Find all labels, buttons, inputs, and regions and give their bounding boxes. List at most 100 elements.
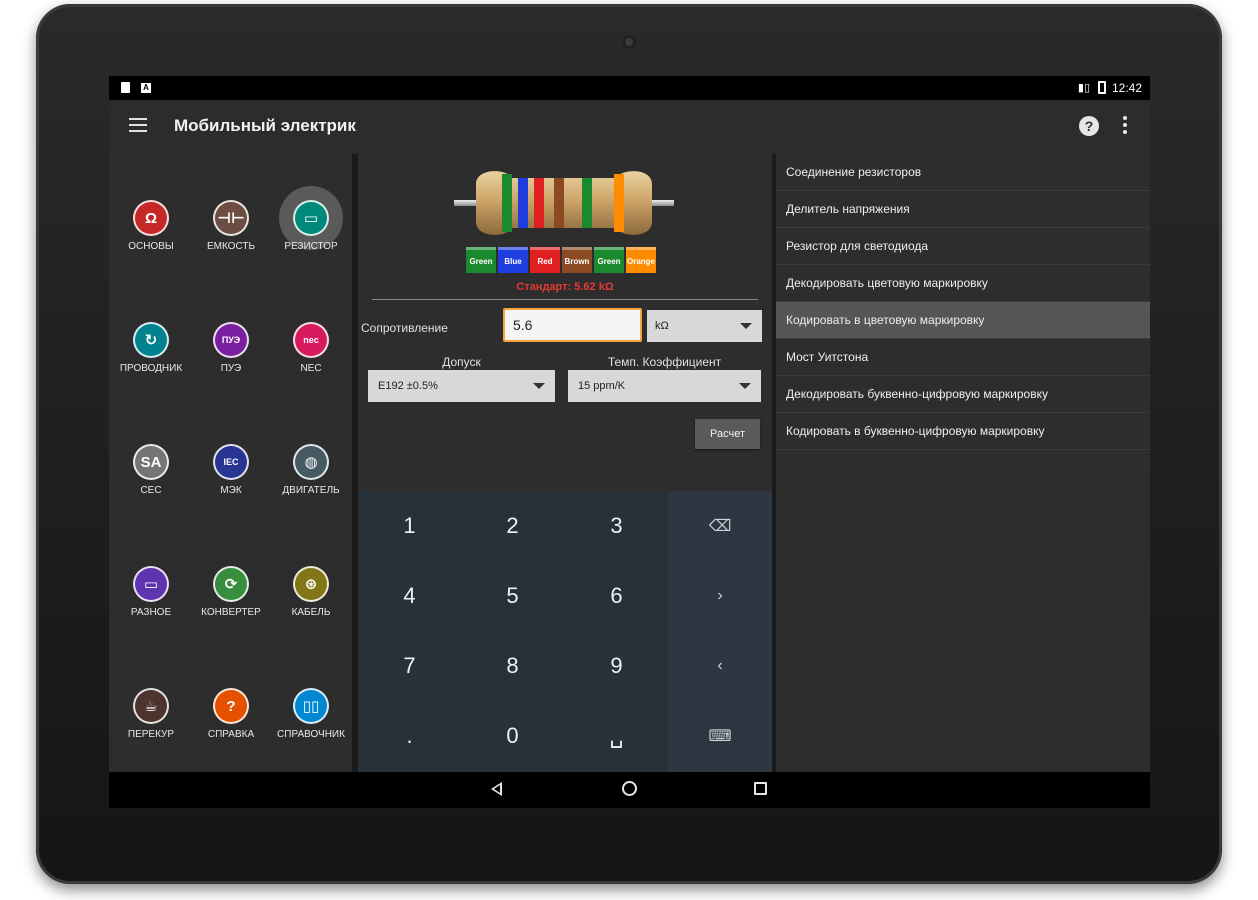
- category-label: NEC: [300, 363, 322, 374]
- overflow-menu-icon[interactable]: [1122, 116, 1128, 136]
- cec-icon: SA: [133, 444, 169, 480]
- key-six[interactable]: 6: [565, 561, 668, 631]
- band-label: Blue: [498, 247, 528, 273]
- band-labels: Green Blue Red Brown Green Orange: [466, 247, 656, 273]
- resistance-label: Сопротивление: [361, 321, 448, 335]
- keyboard-icon[interactable]: ⌨: [668, 701, 772, 771]
- unit-value: kΩ: [655, 320, 669, 332]
- previous-icon[interactable]: ‹: [668, 631, 772, 701]
- category-folder[interactable]: ▭ РАЗНОЕ: [113, 566, 189, 646]
- key-three[interactable]: 3: [565, 491, 668, 561]
- resistor-band: [554, 178, 564, 228]
- separator: [372, 299, 758, 300]
- tolerance-value: E192 ±0.5%: [378, 380, 438, 392]
- category-motor[interactable]: ◍ ДВИГАТЕЛЬ: [273, 444, 349, 524]
- sd-card-icon: [121, 82, 130, 93]
- resistor-band: [502, 174, 512, 232]
- calculator-menu-item[interactable]: Кодировать в цветовую маркировку: [776, 302, 1150, 339]
- category-cable[interactable]: ⊛ КАБЕЛЬ: [273, 566, 349, 646]
- calculator-menu-item[interactable]: Резистор для светодиода: [776, 228, 1150, 265]
- category-label: СПРАВКА: [207, 729, 255, 740]
- calculator-menu-item[interactable]: Декодировать цветовую маркировку: [776, 265, 1150, 302]
- category-label: ДВИГАТЕЛЬ: [282, 485, 340, 496]
- category-omega[interactable]: Ω ОСНОВЫ: [113, 200, 189, 280]
- cable-icon: ⊛: [293, 566, 329, 602]
- category-label: ОСНОВЫ: [128, 241, 174, 252]
- category-pue[interactable]: ПУЭ ПУЭ: [193, 322, 269, 402]
- tempco-value: 15 ppm/K: [578, 380, 626, 392]
- tolerance-select[interactable]: E192 ±0.5%: [368, 370, 555, 402]
- resistor-band: [614, 174, 624, 232]
- key-zero[interactable]: 0: [461, 701, 564, 771]
- key-eight[interactable]: 8: [461, 631, 564, 701]
- numeric-keypad: 1 2 3 4 5 6 7 8 9. 0 ␣ ⌫ › ‹ ⌨: [358, 491, 772, 772]
- calculator-menu-item[interactable]: Соединение резисторов: [776, 154, 1150, 191]
- key-five[interactable]: 5: [461, 561, 564, 631]
- back-icon[interactable]: [491, 782, 502, 796]
- calculator-menu-item[interactable]: Кодировать в буквенно-цифровую маркировк…: [776, 413, 1150, 450]
- calculate-button[interactable]: Расчет: [695, 419, 760, 449]
- content-area: Ω ОСНОВЫ ⊣⊢ ЕМКОСТЬ ▭ РЕЗИСТОР ↻ ПРОВОДНИК ПУЭ ПУ…: [109, 154, 1150, 772]
- calculator-menu-item[interactable]: Делитель напряжения: [776, 191, 1150, 228]
- category-help-circle[interactable]: ? СПРАВКА: [193, 688, 269, 768]
- category-book[interactable]: ▯▯ СПРАВОЧНИК: [273, 688, 349, 768]
- resistor-calculator: Green Blue Red Brown Green Orange Стандарт: 5…: [358, 154, 772, 772]
- category-label: РЕЗИСТОР: [284, 241, 338, 252]
- band-label: Green: [594, 247, 624, 273]
- home-icon[interactable]: [622, 781, 637, 796]
- category-label: КОНВЕРТЕР: [201, 607, 261, 618]
- battery-icon: [1098, 81, 1106, 94]
- resistor-band: [518, 178, 528, 228]
- capacitor-icon: ⊣⊢: [213, 200, 249, 236]
- status-time: 12:42: [1111, 81, 1142, 95]
- folder-icon: ▭: [133, 566, 169, 602]
- unit-select[interactable]: kΩ: [647, 310, 762, 342]
- category-label: ПРОВОДНИК: [119, 363, 183, 374]
- resistor-image: [454, 171, 674, 235]
- key-two[interactable]: 2: [461, 491, 564, 561]
- key-decimal[interactable]: .: [358, 701, 461, 771]
- category-wire[interactable]: ↻ ПРОВОДНИК: [113, 322, 189, 402]
- category-nec[interactable]: nec NEC: [273, 322, 349, 402]
- wire-icon: ↻: [133, 322, 169, 358]
- key-nine[interactable]: 9: [565, 631, 668, 701]
- front-camera: [622, 35, 636, 49]
- key-seven[interactable]: 7: [358, 631, 461, 701]
- backspace-icon[interactable]: ⌫: [668, 491, 772, 561]
- next-icon[interactable]: ›: [668, 561, 772, 631]
- status-bar: A ▮▯ 12:42: [109, 76, 1150, 100]
- recent-apps-icon[interactable]: [754, 782, 767, 795]
- omega-icon: Ω: [133, 200, 169, 236]
- tablet-frame: A ▮▯ 12:42 Мобильный электрик ? Ω ОСНОВЫ ⊣…: [36, 4, 1222, 884]
- category-converter[interactable]: ⟳ КОНВЕРТЕР: [193, 566, 269, 646]
- key-one[interactable]: 1: [358, 491, 461, 561]
- calculator-menu-item[interactable]: Декодировать буквенно-цифровую маркировк…: [776, 376, 1150, 413]
- nec-icon: nec: [293, 322, 329, 358]
- category-label: МЭК: [220, 485, 242, 496]
- category-resistor[interactable]: ▭ РЕЗИСТОР: [273, 186, 349, 280]
- band-label: Green: [466, 247, 496, 273]
- tempco-select[interactable]: 15 ppm/K: [568, 370, 761, 402]
- category-label: РАЗНОЕ: [130, 607, 172, 618]
- help-icon[interactable]: ?: [1079, 116, 1099, 136]
- hamburger-menu-icon[interactable]: [129, 118, 147, 132]
- app-toolbar: Мобильный электрик ?: [109, 100, 1150, 154]
- key-four[interactable]: 4: [358, 561, 461, 631]
- resistance-input[interactable]: 5.6: [503, 308, 642, 342]
- category-label: ЕМКОСТЬ: [206, 241, 256, 252]
- help-circle-icon: ?: [213, 688, 249, 724]
- navigation-bar: [109, 772, 1150, 808]
- category-iec[interactable]: IEC МЭК: [193, 444, 269, 524]
- category-coffee[interactable]: ☕ ПЕРЕКУР: [113, 688, 189, 768]
- screen: A ▮▯ 12:42 Мобильный электрик ? Ω ОСНОВЫ ⊣…: [109, 76, 1150, 808]
- notification-a-icon: A: [141, 83, 151, 93]
- category-label: СПРАВОЧНИК: [277, 729, 345, 740]
- converter-icon: ⟳: [213, 566, 249, 602]
- category-cec[interactable]: SA CEC: [113, 444, 189, 524]
- tempco-label: Темп. Коэффициент: [607, 355, 722, 369]
- category-capacitor[interactable]: ⊣⊢ ЕМКОСТЬ: [193, 200, 269, 280]
- app-title: Мобильный электрик: [174, 116, 356, 135]
- calculator-menu-item[interactable]: Мост Уитстона: [776, 339, 1150, 376]
- book-icon: ▯▯: [293, 688, 329, 724]
- key-space[interactable]: ␣: [565, 701, 668, 771]
